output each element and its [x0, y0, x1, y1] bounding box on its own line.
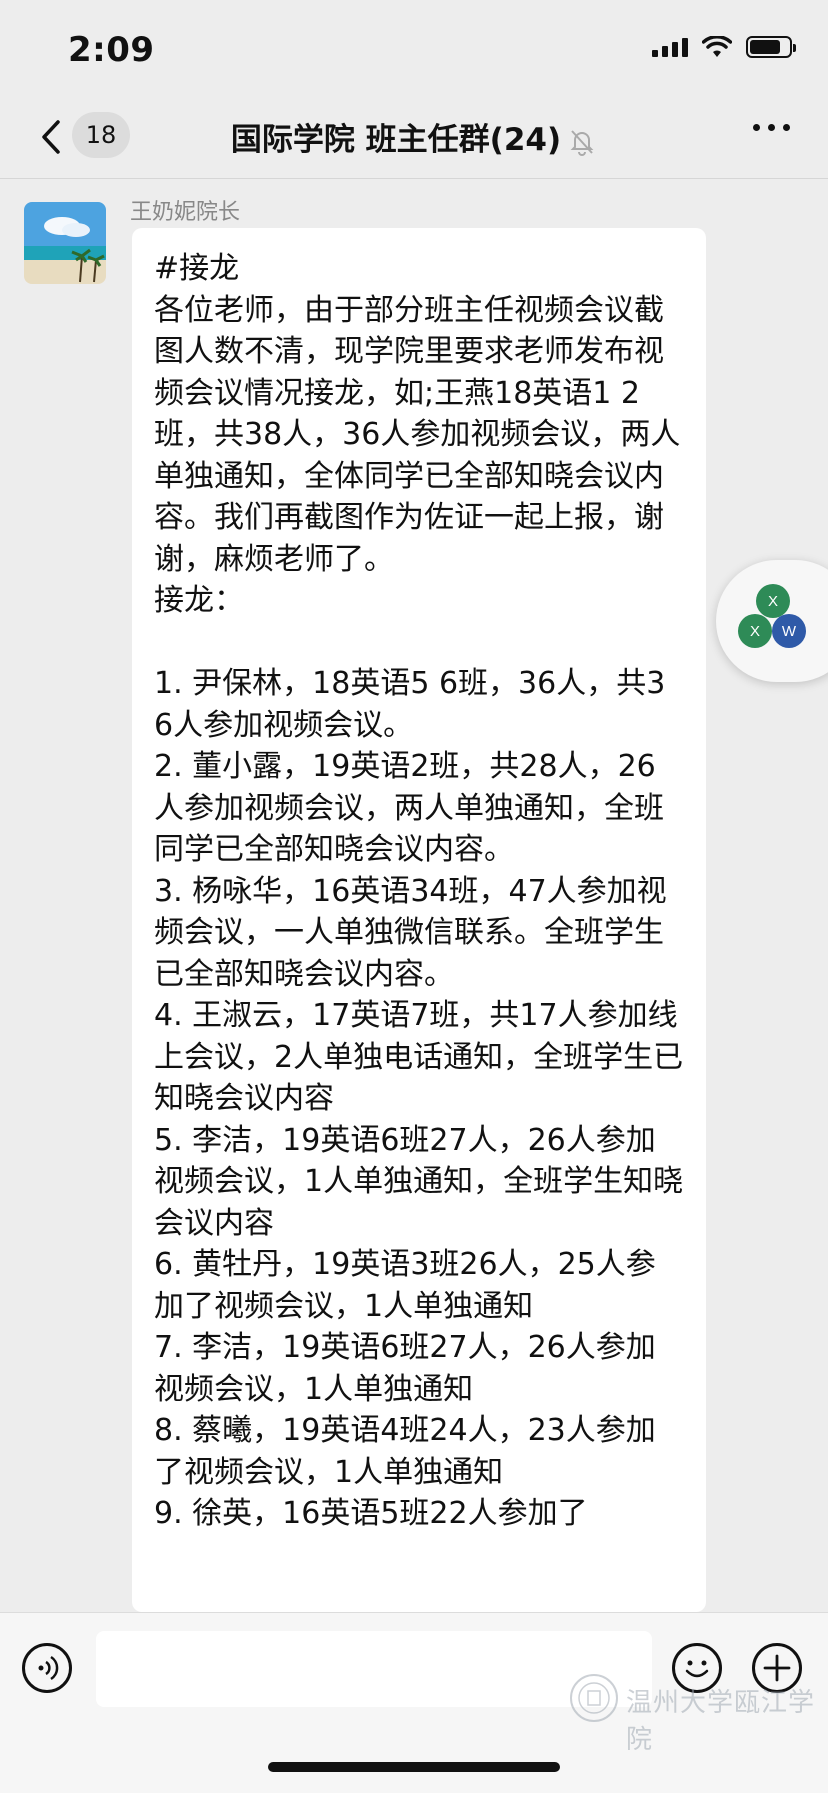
more-dot-icon [768, 124, 775, 131]
message-line: 3. 杨咏华，16英语34班，47人参加视频会议，一人单独微信联系。全班学生已全… [154, 873, 667, 992]
message-line: 2. 董小露，19英语2班，共28人，26人参加视频会议，两人单独通知，全班同学… [154, 749, 664, 867]
school-watermark: 温州大学瓯江学院 [566, 1664, 828, 1755]
message-line: 5. 李洁，19英语6班27人，26人参加视频会议，1人单独通知，全班学生知晓会… [154, 1122, 684, 1241]
more-options-button[interactable] [753, 124, 790, 131]
status-icons [652, 36, 796, 58]
voice-icon [38, 1655, 59, 1681]
status-bar: 2:09 [0, 0, 828, 96]
widget-w-icon: W [772, 614, 806, 648]
sender-avatar[interactable] [24, 202, 106, 284]
home-indicator[interactable] [268, 1762, 560, 1772]
status-time: 2:09 [68, 30, 155, 70]
message-line: 1. 尹保林，18英语5 6班，36人，共36人参加视频会议。 [154, 666, 666, 743]
message-line: #接龙 [154, 251, 240, 286]
battery-icon [746, 36, 796, 58]
wifi-icon [702, 36, 732, 57]
widget-x-icon: X [756, 584, 790, 618]
message-line: 6. 黄牡丹，19英语3班26人，25人参加了视频会议，1人单独通知 [154, 1247, 656, 1324]
floating-app-widget[interactable]: X X W [716, 560, 828, 682]
voice-input-button[interactable] [22, 1643, 72, 1693]
message-bubble[interactable]: #接龙 各位老师，由于部分班主任视频会议截图人数不清，现学院里要求老师发布视频会… [132, 228, 706, 1612]
watermark-text: 温州大学瓯江学院 [626, 1688, 816, 1755]
sender-name: 王奶妮院长 [130, 200, 241, 225]
mute-bell-icon [570, 129, 594, 156]
message-line: 7. 李洁，19英语6班27人，26人参加视频会议，1人单独通知 [154, 1330, 656, 1407]
message-line: 接龙： [154, 583, 244, 618]
message-line: 8. 蔡曦，19英语4班24人，23人参加了视频会议，1人单独通知 [154, 1413, 656, 1490]
message-line: 9. 徐英，16英语5班22人参加了 [154, 1496, 588, 1531]
message-line: 各位老师，由于部分班主任视频会议截图人数不清，现学院里要求老师发布视频会议情况接… [154, 292, 681, 577]
school-seal-icon [570, 1674, 618, 1722]
message-line: 4. 王淑云，17英语7班，共17人参加线上会议，2人单独电话通知，全班学生已知… [154, 998, 684, 1116]
cellular-signal-icon [652, 37, 688, 57]
more-dot-icon [753, 124, 760, 131]
message-line [154, 622, 684, 664]
beach-avatar-image [24, 202, 106, 284]
more-dot-icon [783, 124, 790, 131]
nav-bar: 18 国际学院 班主任群(24) [0, 96, 828, 179]
chat-title: 国际学院 班主任群(24) [0, 114, 828, 159]
chat-title-text: 国际学院 班主任群(24) [230, 122, 562, 158]
widget-x-icon: X [738, 614, 772, 648]
